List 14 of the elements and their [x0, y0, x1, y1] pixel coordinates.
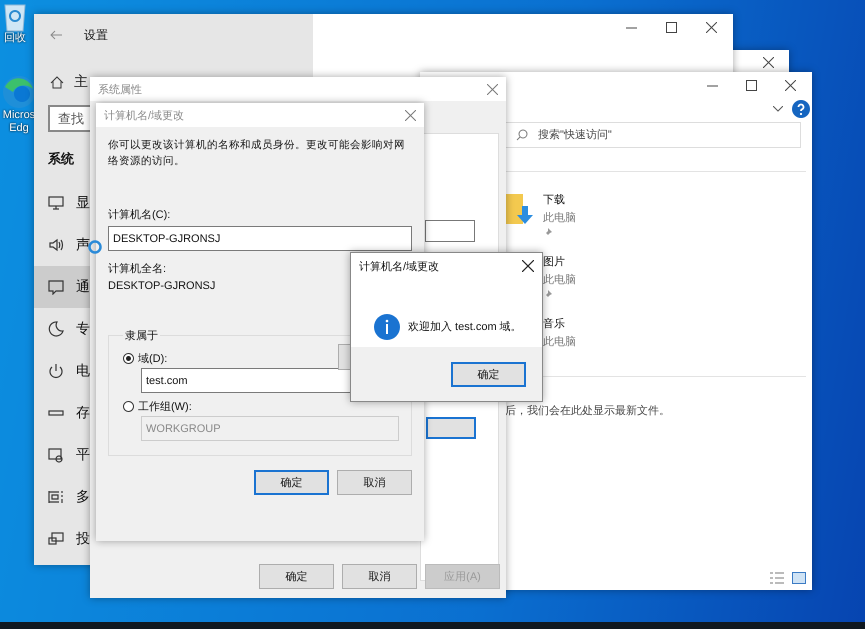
group-label: 隶属于	[124, 329, 159, 343]
dialog-title: 计算机名/域更改	[359, 260, 440, 274]
field-label: 计算机全名:	[108, 262, 166, 276]
folder-location: 此电脑	[543, 334, 576, 349]
folder-location: 此电脑	[543, 210, 576, 225]
section-heading: 系统	[48, 150, 74, 168]
dialog-title: 系统属性	[98, 82, 142, 96]
folder-location: 此电脑	[543, 272, 576, 287]
field-label: 计算机名(C):	[108, 208, 170, 222]
message-text: 欢迎加入 test.com 域。	[408, 320, 522, 334]
window-title: 设置	[84, 26, 108, 44]
dialog-title: 计算机名/域更改	[104, 108, 184, 122]
full-name-value: DESKTOP-GJRONSJ	[108, 280, 216, 292]
description-text: 你可以更改该计算机的名称和成员身份。更改可能会影响对网络资源的访问。	[108, 138, 406, 169]
